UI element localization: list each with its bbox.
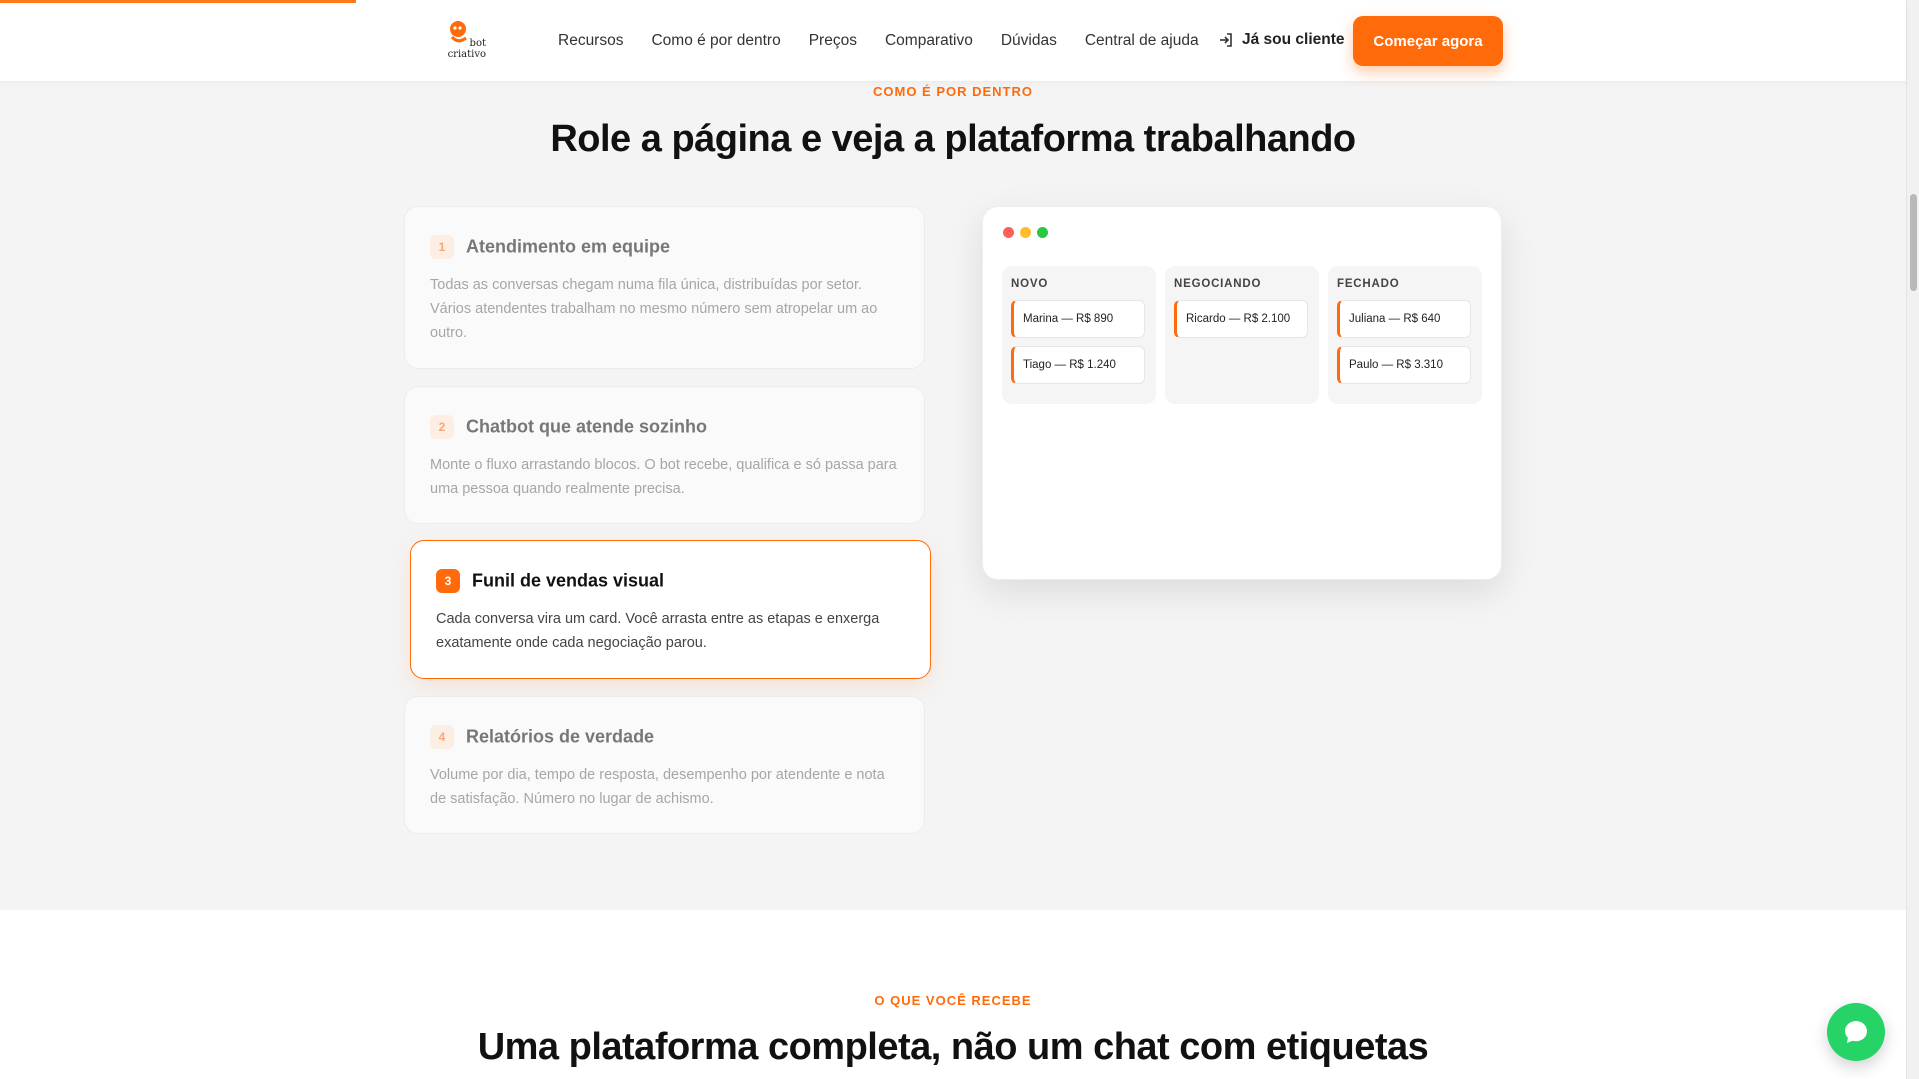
maximize-dot-icon: [1037, 227, 1048, 238]
step-description: Monte o fluxo arrastando blocos. O bot r…: [430, 457, 897, 497]
kanban-card[interactable]: Juliana — R$ 640: [1337, 300, 1471, 338]
step-title: Atendimento em equipe: [466, 236, 671, 257]
step-title: Relatórios de verdade: [466, 726, 655, 747]
step-number: 3: [436, 569, 460, 593]
step-card-2[interactable]: 2 Chatbot que atende sozinho Monte o flux…: [404, 386, 925, 524]
logo-text: bot criativo: [446, 38, 486, 60]
kanban-card[interactable]: Tiago — R$ 1.240: [1011, 346, 1145, 384]
nav-duvidas[interactable]: Dúvidas: [1001, 32, 1057, 50]
features-eyebrow: O QUE VOCÊ RECEBE: [874, 993, 1032, 1008]
nav-central-de-ajuda[interactable]: Central de ajuda: [1085, 32, 1199, 50]
window-controls: [1003, 227, 1048, 238]
step-number: 2: [430, 415, 454, 439]
step-card-1[interactable]: 1 Atendimento em equipe Todas as conversa…: [404, 206, 925, 369]
nav-comparativo[interactable]: Comparativo: [885, 32, 973, 50]
nav-como-e-por-dentro[interactable]: Como é por dentro: [651, 32, 780, 50]
nav-precos[interactable]: Preços: [809, 32, 857, 50]
kanban-card[interactable]: Ricardo — R$ 2.100: [1174, 300, 1308, 338]
kanban-column-title: FECHADO: [1337, 278, 1400, 290]
step-title: Funil de vendas visual: [472, 570, 665, 591]
kanban-column-title: NOVO: [1011, 278, 1049, 290]
kanban-column-title: NEGOCIANDO: [1174, 278, 1262, 290]
scrollbar-thumb[interactable]: [1910, 194, 1917, 291]
chat-widget-button[interactable]: [1827, 1003, 1885, 1061]
section-eyebrow: COMO É POR DENTRO: [872, 84, 1033, 99]
kanban-card[interactable]: Paulo — R$ 3.310: [1337, 346, 1471, 384]
step-description: Cada conversa vira um card. Você arrasta…: [436, 611, 880, 651]
section-title: Role a página e veja a plataforma trabal…: [550, 118, 1356, 160]
step-description: Volume por dia, tempo de resposta, desem…: [430, 767, 885, 807]
kanban-card[interactable]: Marina — R$ 890: [1011, 300, 1145, 338]
step-card-4[interactable]: 4 Relatórios de verdade Volume por dia, t…: [404, 696, 925, 834]
step-number: 1: [430, 235, 454, 259]
platform-preview-window: NOVO Marina — R$ 890 Tiago — R$ 1.240 NE…: [982, 206, 1502, 580]
login-icon: [1220, 33, 1232, 47]
site-header: bot criativo Recursos Como é por dentro …: [0, 0, 1906, 82]
login-label: Já sou cliente: [1242, 31, 1345, 48]
nav-recursos[interactable]: Recursos: [558, 32, 623, 50]
close-dot-icon: [1003, 227, 1014, 238]
main-nav: Recursos Como é por dentro Preços Compar…: [558, 0, 1227, 82]
features-title: Uma plataforma completa, não um chat com…: [477, 1026, 1429, 1068]
kanban-column-negociando: NEGOCIANDO Ricardo — R$ 2.100: [1165, 266, 1319, 404]
kanban-column-novo: NOVO Marina — R$ 890 Tiago — R$ 1.240: [1002, 266, 1156, 404]
kanban-column-fechado: FECHADO Juliana — R$ 640 Paulo — R$ 3.31…: [1328, 266, 1482, 404]
chat-bubble-icon: [1845, 1021, 1867, 1043]
logo-line-2: criativo: [447, 49, 486, 60]
step-title: Chatbot que atende sozinho: [466, 416, 707, 437]
step-description: Todas as conversas chegam numa fila únic…: [430, 277, 878, 341]
logo-line-1: bot: [469, 38, 486, 49]
logo[interactable]: bot criativo: [446, 18, 492, 64]
login-link[interactable]: Já sou cliente: [1218, 31, 1345, 49]
step-card-3-active[interactable]: 3 Funil de vendas visual Cada conversa vi…: [410, 540, 931, 679]
step-number: 4: [430, 725, 454, 749]
scroll-progress-bar: [0, 0, 356, 3]
page-scrollbar[interactable]: [1906, 0, 1919, 1079]
minimize-dot-icon: [1020, 227, 1031, 238]
start-now-button[interactable]: Começar agora: [1353, 16, 1503, 66]
